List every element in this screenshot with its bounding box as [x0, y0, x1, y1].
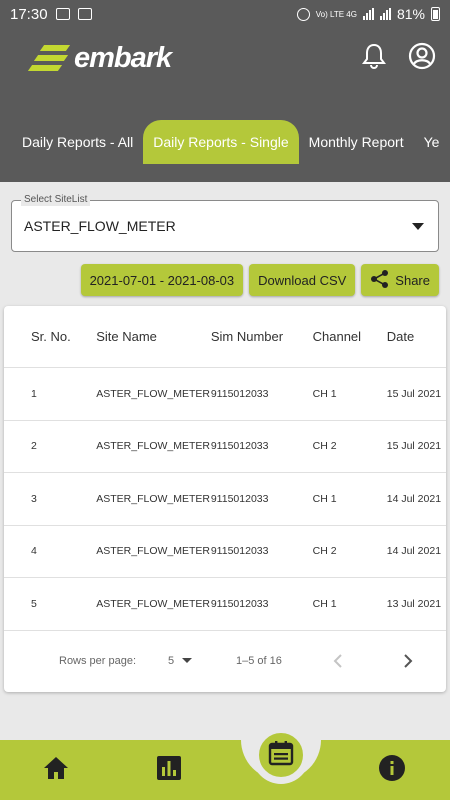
next-page-icon[interactable]: [402, 653, 414, 672]
table-row[interactable]: 1 ASTER_FLOW_METER 9115012033 CH 1 15 Ju…: [4, 368, 446, 421]
notification-icon: [77, 8, 92, 20]
cell-sim-number: 9115012033: [210, 387, 269, 400]
site-list-value: ASTER_FLOW_METER: [24, 218, 176, 234]
cell-site-name: ASTER_FLOW_METER: [96, 387, 210, 400]
site-list-select[interactable]: Select SiteList ASTER_FLOW_METER: [11, 194, 439, 252]
logo-text: embark: [74, 41, 172, 74]
cell-sr-no: 5: [31, 597, 37, 610]
cell-sim-number: 9115012033: [210, 492, 269, 505]
pagination: Rows per page: 5 1–5 of 16: [4, 631, 446, 691]
cell-date: 14 Jul 2021: [386, 492, 442, 505]
bell-icon[interactable]: [362, 43, 386, 74]
cell-sr-no: 2: [31, 440, 37, 453]
share-button[interactable]: Share: [361, 264, 439, 296]
header-sim-number: Sim Number: [210, 329, 284, 344]
header-date: Date: [386, 329, 415, 344]
battery-icon: [431, 7, 440, 21]
cell-date: 15 Jul 2021: [386, 440, 442, 453]
rows-per-page-select[interactable]: 5: [168, 654, 193, 667]
header-channel: Channel: [312, 329, 362, 344]
cell-sim-number: 9115012033: [210, 440, 269, 453]
share-label: Share: [395, 272, 430, 288]
cell-channel: CH 1: [312, 492, 337, 505]
app-logo: embark: [27, 41, 172, 75]
cell-channel: CH 2: [312, 545, 337, 558]
rows-per-page-value: 5: [168, 654, 175, 667]
signal-icon: [362, 8, 374, 20]
status-time: 17:30: [10, 5, 48, 23]
signal-icon-2: [379, 8, 391, 20]
cell-channel: CH 1: [312, 597, 337, 610]
cell-sim-number: 9115012033: [210, 545, 269, 558]
rows-per-page-label: Rows per page:: [59, 654, 137, 667]
status-bar: 17:30 Vo) LTE 4G 81%: [0, 0, 450, 28]
cell-date: 14 Jul 2021: [386, 545, 442, 558]
header-site-name: Site Name: [96, 329, 157, 344]
tab-daily-reports-single[interactable]: Daily Reports - Single: [143, 120, 299, 164]
action-row: 2021-07-01 - 2021-08-03 Download CSV Sha…: [80, 264, 439, 296]
calendar-fab-button[interactable]: [256, 730, 306, 780]
calendar-icon: [268, 740, 294, 771]
cell-channel: CH 2: [312, 440, 337, 453]
cell-site-name: ASTER_FLOW_METER: [96, 492, 210, 505]
bar-chart-icon[interactable]: [155, 754, 183, 782]
cell-date: 15 Jul 2021: [386, 387, 442, 400]
report-tabs-area: Daily Reports - All Daily Reports - Sing…: [0, 88, 450, 182]
home-icon[interactable]: [42, 754, 70, 782]
cell-sr-no: 3: [31, 492, 37, 505]
image-icon: [55, 8, 70, 20]
network-label: Vo) LTE 4G: [315, 9, 357, 19]
cell-channel: CH 1: [312, 387, 337, 400]
header-sr-no: Sr. No.: [31, 329, 71, 344]
table-header: Sr. No. Site Name Sim Number Channel Dat…: [4, 306, 446, 368]
previous-page-icon[interactable]: [332, 653, 344, 672]
dropdown-arrow-icon[interactable]: [412, 223, 424, 230]
logo-mark-icon: [27, 43, 71, 73]
cell-sr-no: 1: [31, 387, 37, 400]
cell-site-name: ASTER_FLOW_METER: [96, 545, 210, 558]
cell-sim-number: 9115012033: [210, 597, 269, 610]
tab-daily-reports-all[interactable]: Daily Reports - All: [0, 120, 143, 164]
cell-site-name: ASTER_FLOW_METER: [96, 597, 210, 610]
cell-date: 13 Jul 2021: [386, 597, 442, 610]
dropdown-arrow-icon: [182, 658, 193, 663]
cell-sr-no: 4: [31, 545, 37, 558]
site-list-label: Select SiteList: [21, 194, 91, 206]
cell-site-name: ASTER_FLOW_METER: [96, 440, 210, 453]
table-row[interactable]: 5 ASTER_FLOW_METER 9115012033 CH 1 13 Ju…: [4, 578, 446, 631]
table-row[interactable]: 3 ASTER_FLOW_METER 9115012033 CH 1 14 Ju…: [4, 473, 446, 526]
tab-yearly-report[interactable]: Ye: [414, 120, 450, 164]
tab-monthly-report[interactable]: Monthly Report: [299, 120, 414, 164]
battery-percent: 81%: [396, 6, 425, 22]
bottom-nav: [0, 740, 450, 800]
account-icon[interactable]: [408, 42, 436, 75]
app-bar: embark: [0, 28, 450, 88]
table-row[interactable]: 2 ASTER_FLOW_METER 9115012033 CH 2 15 Ju…: [4, 421, 446, 473]
alarm-icon: [296, 7, 310, 21]
download-csv-button[interactable]: Download CSV: [249, 264, 356, 296]
table-row[interactable]: 4 ASTER_FLOW_METER 9115012033 CH 2 14 Ju…: [4, 526, 446, 578]
report-tabs: Daily Reports - All Daily Reports - Sing…: [0, 120, 450, 164]
reports-table: Sr. No. Site Name Sim Number Channel Dat…: [4, 306, 446, 692]
date-range-button[interactable]: 2021-07-01 - 2021-08-03: [80, 264, 244, 296]
pagination-range: 1–5 of 16: [236, 654, 282, 667]
info-icon[interactable]: [378, 754, 406, 782]
share-icon: [370, 269, 390, 292]
